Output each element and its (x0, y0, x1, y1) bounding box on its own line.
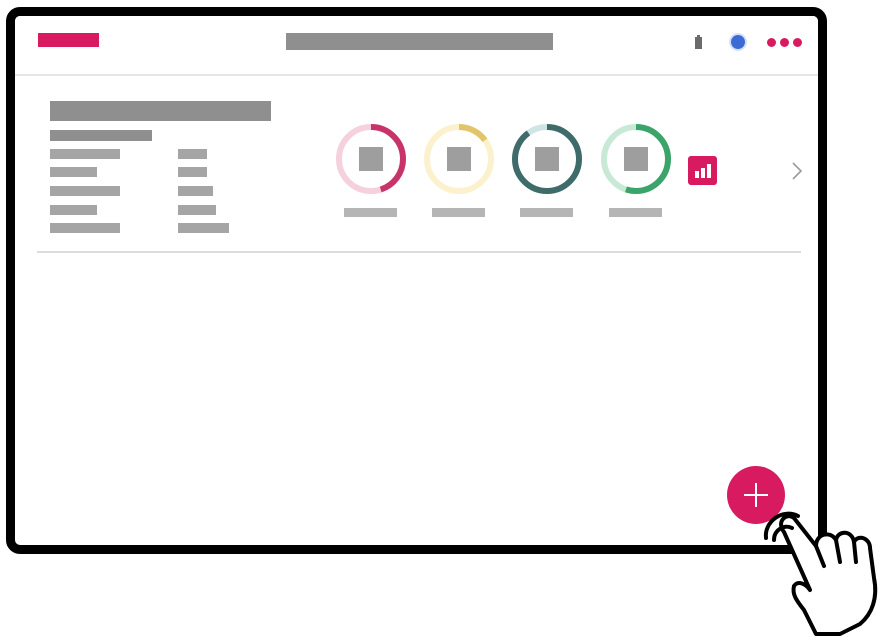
top-app-bar (15, 16, 818, 76)
summary-title-placeholder (50, 101, 271, 121)
summary-subtitle-placeholder (50, 130, 152, 141)
battery-icon (695, 35, 702, 49)
gauge-2[interactable] (421, 121, 497, 197)
info-label (50, 186, 120, 196)
info-value (178, 186, 213, 196)
pointing-hand-icon (763, 511, 878, 636)
info-value (178, 205, 216, 215)
info-label (50, 149, 120, 159)
gauge-label (609, 208, 662, 217)
gauge-center-icon (535, 147, 559, 171)
gauge-center-icon (447, 147, 471, 171)
bar-chart-icon[interactable] (688, 156, 717, 185)
section-divider (37, 251, 801, 253)
gauge-3[interactable] (509, 121, 585, 197)
chevron-right-icon[interactable] (787, 159, 807, 183)
info-label (50, 223, 120, 233)
more-options-icon[interactable] (767, 38, 805, 48)
info-label (50, 205, 97, 215)
info-value (178, 167, 207, 177)
gauge-label (344, 208, 397, 217)
gauge-4[interactable] (598, 121, 674, 197)
brand-logo[interactable] (38, 33, 99, 47)
info-value (178, 149, 207, 159)
info-label (50, 167, 97, 177)
page-title-placeholder (286, 33, 553, 50)
status-dot-icon[interactable] (731, 35, 745, 49)
info-value (178, 223, 229, 233)
tablet-frame (6, 7, 827, 554)
gauge-center-icon (624, 147, 648, 171)
gauge-label (520, 208, 573, 217)
gauge-1[interactable] (333, 121, 409, 197)
gauge-label (432, 208, 485, 217)
gauge-center-icon (359, 147, 383, 171)
